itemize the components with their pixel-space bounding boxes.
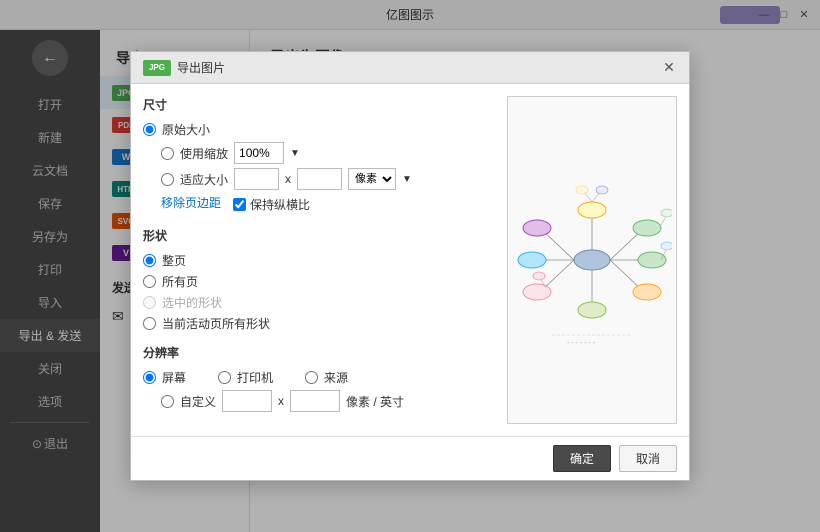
- dialog-right-panel: - - - - - - -: [507, 96, 677, 424]
- shape-section: 形状 整页 所有页 选中的形状 当前活动页所有: [143, 227, 495, 332]
- fit-radio[interactable]: [161, 173, 174, 186]
- custom-dpi-label: 自定义: [180, 393, 216, 410]
- screen-dpi-label: 屏幕: [162, 369, 186, 386]
- keep-ratio-row: 保持纵横比: [233, 196, 310, 213]
- ok-button[interactable]: 确定: [553, 445, 611, 472]
- cancel-button[interactable]: 取消: [619, 445, 677, 472]
- dpi-x-label: x: [278, 394, 284, 408]
- scale-label: 使用缩放: [180, 145, 228, 162]
- size-section: 尺寸 原始大小 使用缩放 ▼ 适应大小 736: [143, 96, 495, 215]
- all-pages2-row: 所有页: [143, 273, 495, 290]
- scale-dropdown-icon[interactable]: ▼: [290, 148, 300, 159]
- custom-dpi-w-input[interactable]: 96: [222, 390, 272, 412]
- fit-label: 适应大小: [180, 171, 228, 188]
- dialog-left-panel: 尺寸 原始大小 使用缩放 ▼ 适应大小 736: [143, 96, 495, 424]
- all-pages-label: 整页: [162, 252, 186, 269]
- dialog-title-text: 导出图片: [177, 59, 225, 76]
- margin-checkbox-row: 移除页边距 保持纵横比: [143, 194, 495, 215]
- dpi-section: 分辨率 屏幕 打印机 来源 自定义 96: [143, 344, 495, 412]
- all-pages2-radio[interactable]: [143, 275, 156, 288]
- dpi-section-title: 分辨率: [143, 344, 495, 361]
- shape-section-title: 形状: [143, 227, 495, 244]
- mindmap-preview: - - - - - - -: [512, 160, 672, 360]
- custom-dpi-radio[interactable]: [161, 395, 174, 408]
- all-pages-row: 整页: [143, 252, 495, 269]
- current-page-shapes-radio[interactable]: [143, 317, 156, 330]
- fit-height-input[interactable]: 728: [297, 168, 342, 190]
- size-section-title: 尺寸: [143, 96, 495, 113]
- selected-shapes-radio[interactable]: [143, 296, 156, 309]
- current-page-shapes-label: 当前活动页所有形状: [162, 315, 270, 332]
- custom-dpi-h-input[interactable]: 96: [290, 390, 340, 412]
- selected-shapes-row: 选中的形状: [143, 294, 495, 311]
- dialog-close-button[interactable]: ✕: [661, 60, 677, 76]
- fit-unit-select[interactable]: 像素 厘米 英寸: [348, 168, 396, 190]
- fit-x-label: x: [285, 172, 291, 186]
- scale-radio[interactable]: [161, 147, 174, 160]
- dialog-title-icon: JPG: [143, 60, 171, 76]
- scale-input[interactable]: [234, 142, 284, 164]
- printer-dpi-radio[interactable]: [218, 371, 231, 384]
- source-dpi-label: 来源: [324, 369, 348, 386]
- export-dialog: JPG 导出图片 ✕ 尺寸 原始大小 使用缩放: [130, 51, 690, 481]
- scale-row: 使用缩放 ▼: [143, 142, 495, 164]
- original-size-radio[interactable]: [143, 123, 156, 136]
- original-size-label: 原始大小: [162, 121, 210, 138]
- dialog-body: 尺寸 原始大小 使用缩放 ▼ 适应大小 736: [131, 84, 689, 436]
- current-page-shapes-row: 当前活动页所有形状: [143, 315, 495, 332]
- svg-text:- - - - - - -: - - - - - - -: [567, 340, 596, 347]
- dialog-overlay: JPG 导出图片 ✕ 尺寸 原始大小 使用缩放: [0, 0, 820, 532]
- dpi-unit-label: 像素 / 英寸: [346, 393, 404, 410]
- keep-ratio-label: 保持纵横比: [250, 196, 310, 213]
- fit-row: 适应大小 736 x 728 像素 厘米 英寸 ▼: [143, 168, 495, 190]
- custom-dpi-row: 自定义 96 x 96 像素 / 英寸: [143, 390, 495, 412]
- screen-dpi-radio[interactable]: [143, 371, 156, 384]
- fit-width-input[interactable]: 736: [234, 168, 279, 190]
- selected-shapes-label: 选中的形状: [162, 294, 222, 311]
- printer-dpi-label: 打印机: [237, 369, 273, 386]
- dialog-title-area: JPG 导出图片: [143, 59, 225, 76]
- dialog-footer: 确定 取消: [131, 436, 689, 480]
- all-pages2-label: 所有页: [162, 273, 198, 290]
- keep-ratio-checkbox[interactable]: [233, 198, 246, 211]
- original-size-row: 原始大小: [143, 121, 495, 138]
- remove-margin-link[interactable]: 移除页边距: [161, 194, 221, 211]
- source-dpi-radio[interactable]: [305, 371, 318, 384]
- all-pages-radio[interactable]: [143, 254, 156, 267]
- fit-unit-dropdown: ▼: [402, 174, 412, 185]
- dialog-header: JPG 导出图片 ✕: [131, 52, 689, 84]
- dpi-row: 屏幕 打印机 来源: [143, 369, 495, 386]
